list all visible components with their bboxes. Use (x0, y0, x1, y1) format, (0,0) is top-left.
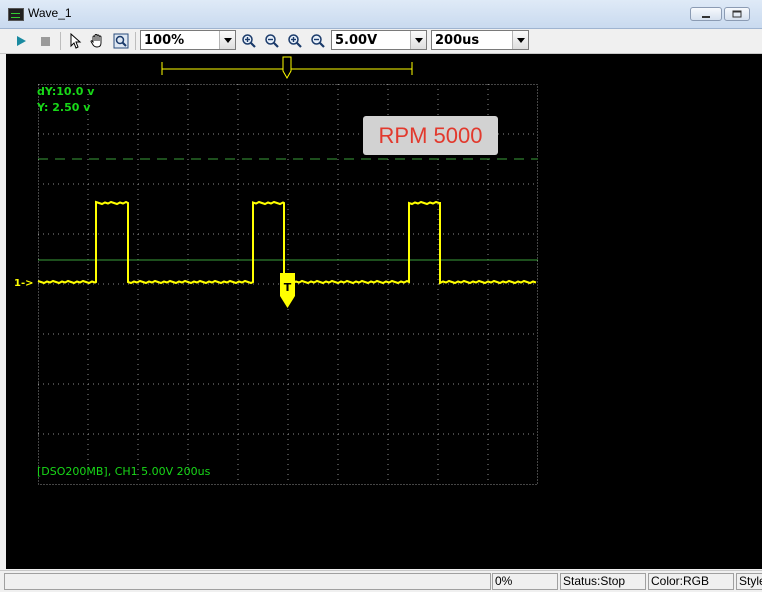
zoom-out-icon (311, 34, 325, 48)
trigger-position-bracket[interactable] (161, 56, 413, 80)
channel1-trace (37, 200, 537, 285)
status-message-pane (4, 573, 491, 590)
scope-display[interactable]: T dY:10.0 v Y: 2.50 v 1-> [DSO200MB], CH… (6, 54, 762, 569)
channel1-marker[interactable]: 1-> (14, 278, 34, 289)
pan-hand-button[interactable] (87, 31, 107, 51)
play-icon (17, 36, 26, 46)
minimize-icon (702, 16, 710, 18)
rpm-annotation: RPM 5000 (363, 116, 498, 155)
scope-info-footer: [DSO200MB], CH1 5.00V 200us (37, 465, 211, 478)
zoom-in-button[interactable] (239, 31, 259, 51)
zoom-in-icon (242, 34, 256, 48)
progress-pane: 0% (492, 573, 558, 590)
volts-per-div-value: 5.00V (335, 33, 378, 48)
dy-readout: dY:10.0 v (37, 85, 95, 98)
zoom-fit-icon (113, 33, 129, 49)
zoom-out-horizontal-button[interactable] (308, 31, 328, 51)
trigger-marker[interactable]: T (280, 273, 295, 308)
select-pointer-button[interactable] (65, 31, 85, 51)
trigger-position-marker[interactable] (282, 56, 292, 80)
chevron-down-icon[interactable] (512, 31, 528, 49)
time-per-div-select[interactable]: 200us (431, 30, 529, 50)
maximize-icon (732, 10, 742, 18)
zoom-in-horizontal-button[interactable] (285, 31, 305, 51)
maximize-button[interactable] (724, 7, 750, 21)
run-button[interactable] (11, 31, 31, 51)
time-per-div-value: 200us (435, 33, 480, 48)
minimize-button[interactable] (690, 7, 722, 21)
zoom-in-icon (288, 34, 302, 48)
oscilloscope-app-icon (8, 8, 24, 21)
hand-icon (90, 34, 102, 48)
chevron-down-icon[interactable] (410, 31, 426, 49)
zoom-out-icon (265, 34, 279, 48)
toolbar-separator (60, 32, 61, 50)
stop-button[interactable] (35, 31, 55, 51)
y-readout: Y: 2.50 v (37, 101, 91, 114)
toolbar-separator (135, 32, 136, 50)
status-bar: 0% Status:Stop Color:RGB Style (0, 570, 762, 592)
style-pane: Style (736, 573, 762, 590)
window-title: Wave_1 (28, 6, 72, 20)
stop-icon (41, 37, 50, 46)
color-mode-pane: Color:RGB (648, 573, 734, 590)
run-status-pane: Status:Stop (560, 573, 646, 590)
zoom-level-value: 100% (144, 33, 185, 48)
chevron-down-icon[interactable] (219, 31, 235, 49)
title-bar: Wave_1 (0, 0, 762, 29)
trigger-label: T (284, 281, 292, 294)
zoom-fit-button[interactable] (111, 31, 131, 51)
zoom-out-button[interactable] (262, 31, 282, 51)
zoom-level-select[interactable]: 100% (140, 30, 236, 50)
cursor-arrow-icon (70, 33, 82, 49)
toolbar: 100% 5.00V 200us (0, 29, 762, 54)
volts-per-div-select[interactable]: 5.00V (331, 30, 427, 50)
